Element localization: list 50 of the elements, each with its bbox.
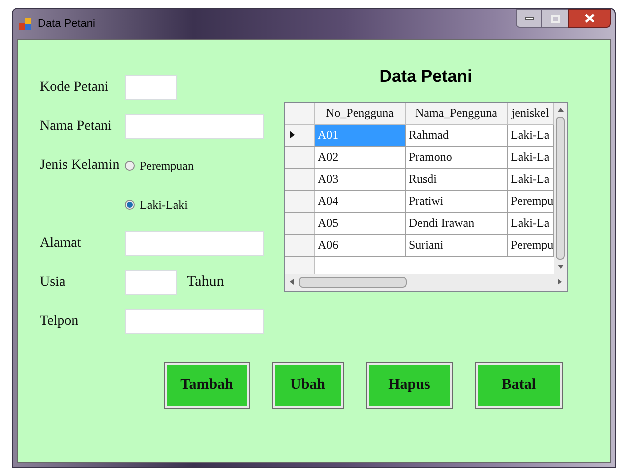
radio-option[interactable]: Laki-Laki <box>125 196 188 214</box>
input-field[interactable] <box>125 309 264 334</box>
scroll-up-icon[interactable] <box>556 106 564 114</box>
field-label: Alamat <box>40 235 82 253</box>
table-cell: A03 <box>315 168 406 190</box>
action-button[interactable]: Tambah <box>165 363 249 408</box>
table-cell: Rahmad <box>406 124 508 146</box>
action-button[interactable]: Hapus <box>367 363 452 408</box>
table-cell: A05 <box>315 212 406 234</box>
action-button[interactable]: Ubah <box>273 363 343 408</box>
new-row[interactable] <box>285 256 554 274</box>
scroll-thumb[interactable] <box>299 276 407 288</box>
input-field[interactable] <box>125 114 264 139</box>
input-field[interactable] <box>125 231 264 256</box>
scroll-down-icon[interactable] <box>556 262 564 270</box>
app-icon <box>19 17 33 31</box>
input-field[interactable] <box>125 270 177 295</box>
table-cell: Pratiwi <box>406 190 508 212</box>
field-label: Usia <box>40 274 67 292</box>
close-button[interactable] <box>568 9 611 28</box>
scroll-thumb[interactable] <box>556 116 565 260</box>
table-cell: Rusdi <box>406 168 508 190</box>
scroll-right-icon[interactable] <box>556 278 564 286</box>
table-cell: A06 <box>315 234 406 256</box>
column-header[interactable]: No_Pengguna <box>315 102 406 124</box>
radio-option[interactable]: Perempuan <box>125 156 194 174</box>
horizontal-scrollbar[interactable] <box>285 274 567 290</box>
action-button[interactable]: Batal <box>476 363 562 408</box>
row-header[interactable] <box>285 124 315 146</box>
input-field[interactable] <box>125 75 177 100</box>
field-label: Kode Petani <box>40 79 110 97</box>
unit-label: Tahun <box>187 273 224 292</box>
vertical-scrollbar[interactable] <box>554 102 567 274</box>
table-cell: Suriani <box>406 234 508 256</box>
maximize-button[interactable] <box>542 9 568 28</box>
current-row-icon <box>290 131 295 139</box>
window-title: Data Petani <box>38 16 96 32</box>
close-icon <box>584 14 594 23</box>
table-cell: Pramono <box>406 146 508 168</box>
column-header[interactable]: Nama_Pengguna <box>406 102 508 124</box>
field-label: Telpon <box>40 313 80 331</box>
table-cell: A04 <box>315 190 406 212</box>
table-cell: A01 <box>315 124 406 146</box>
grid-title: Data Petani <box>380 66 472 88</box>
scroll-left-icon[interactable] <box>288 278 296 286</box>
field-label: Nama Petani <box>40 118 113 136</box>
minimize-button[interactable] <box>516 9 542 28</box>
table-cell: A02 <box>315 146 406 168</box>
table-cell: Dendi Irawan <box>406 212 508 234</box>
field-label: Jenis Kelamin <box>40 157 121 175</box>
